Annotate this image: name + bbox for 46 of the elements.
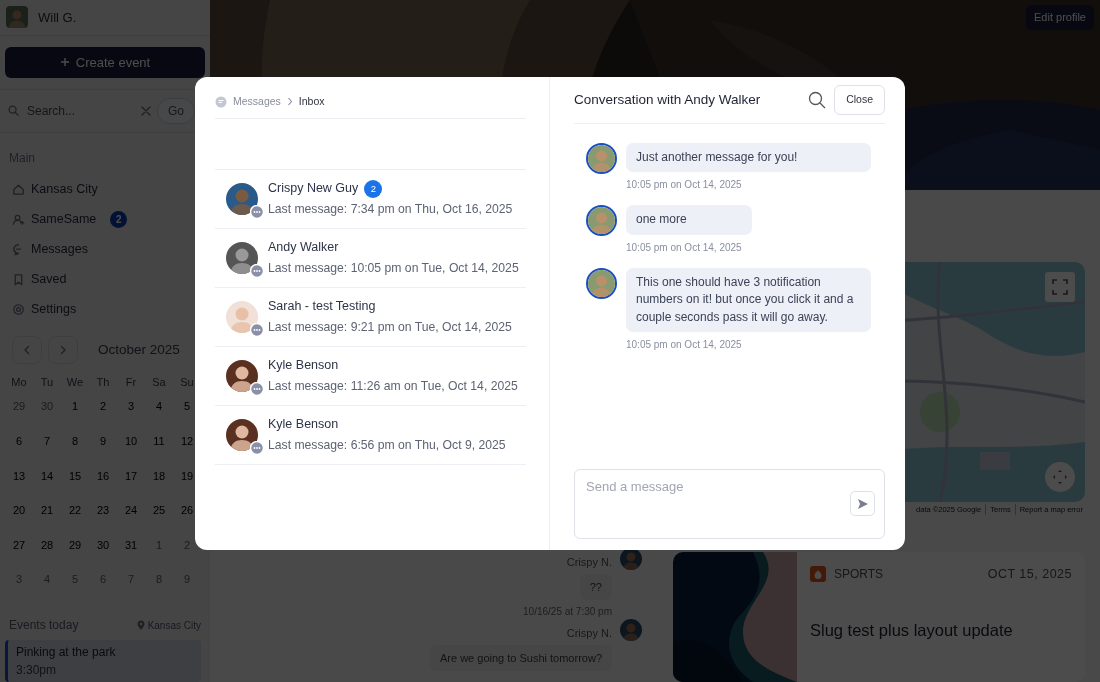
avatar [226, 419, 258, 451]
message-bubble: one more [626, 205, 752, 235]
message-bubble: This one should have 3 notification numbers on it! but once you click it and a couple seconds pass it will go away. [626, 267, 871, 332]
last-message-time: Last message: 7:34 pm on Thu, Oct 16, 2025 [268, 201, 513, 219]
avatar [226, 360, 258, 392]
contact-name: Kyle Benson [268, 416, 339, 434]
search-icon[interactable] [808, 91, 827, 109]
chat-badge-icon [250, 205, 264, 219]
contact-name: Crispy New Guy [268, 180, 359, 198]
contact-name: Sarah - test Testing [268, 298, 376, 316]
chat-badge-icon [250, 264, 264, 278]
conversation-item[interactable]: Andy Walker Last message: 10:05 pm on Tue, Oct 14, 2025 [215, 229, 526, 288]
message-bubble: Just another message for you! [626, 143, 871, 173]
conversation-title: Conversation with Andy Walker [574, 90, 761, 109]
message-time: 10:05 pm on Oct 14, 2025 [626, 337, 743, 352]
last-message-time: Last message: 10:05 pm on Tue, Oct 14, 2025 [268, 260, 519, 278]
avatar [586, 205, 617, 237]
send-icon [856, 497, 869, 510]
chevron-right-icon [286, 97, 293, 106]
breadcrumb-current: Inbox [298, 93, 325, 109]
message-field[interactable]: Send a message [574, 469, 885, 539]
unread-badge: 2 [364, 179, 383, 198]
user-name: Will G. [38, 8, 77, 27]
last-message-time: Last message: 6:56 pm on Thu, Oct 9, 2025 [268, 437, 506, 455]
last-message-time: Last message: 9:21 pm on Tue, Oct 14, 2025 [268, 319, 512, 337]
send-button[interactable] [850, 491, 875, 516]
avatar [226, 183, 258, 215]
avatar [226, 301, 258, 333]
breadcrumb-link[interactable]: Messages [233, 93, 281, 110]
event-title: Slug test plus layout update [810, 619, 1014, 641]
close-button[interactable]: Close [834, 85, 885, 115]
chat-badge-icon [250, 382, 264, 396]
contact-name: Andy Walker [268, 239, 339, 257]
chat-badge-icon [250, 441, 264, 455]
avatar [226, 242, 258, 274]
contact-name: Kyle Benson [268, 357, 339, 375]
avatar [586, 143, 617, 174]
avatar [586, 267, 617, 299]
message-time: 10:05 pm on Oct 14, 2025 [626, 178, 743, 193]
conversation-item[interactable]: Kyle Benson Last message: 11:26 am on Tue, Oct 14, 2025 [215, 347, 526, 406]
conversation-item[interactable]: Sarah - test Testing Last message: 9:21 pm on Tue, Oct 14, 2025 [215, 288, 526, 347]
conversation-item[interactable]: Kyle Benson Last message: 6:56 pm on Thu, Oct 9, 2025 [215, 406, 526, 465]
last-message-time: Last message: 11:26 am on Tue, Oct 14, 2025 [268, 378, 518, 396]
message-time: 10:05 pm on Oct 14, 2025 [626, 240, 743, 255]
chat-badge-icon [250, 323, 264, 337]
conversation-item[interactable]: Crispy New Guy 2 Last message: 7:34 pm on Thu, Oct 16, 2025 [215, 170, 526, 229]
